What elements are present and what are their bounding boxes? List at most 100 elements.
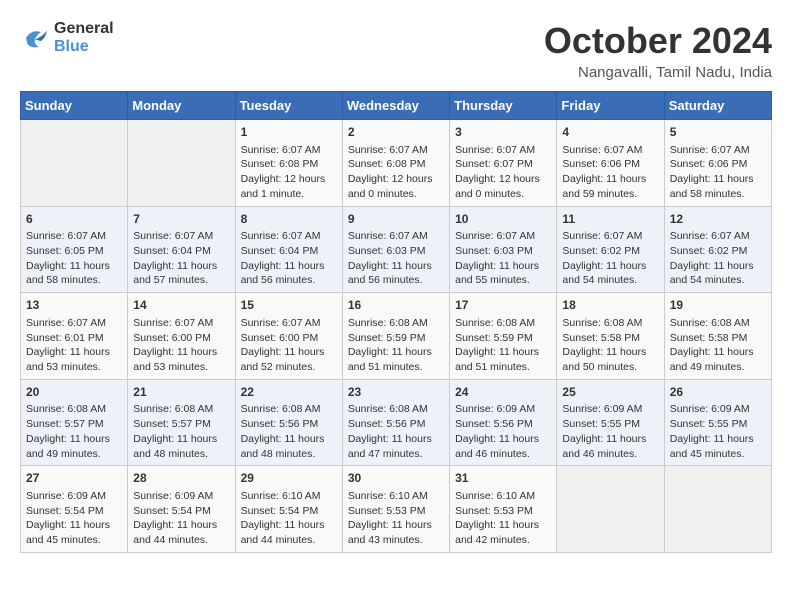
day-number: 4 xyxy=(562,124,658,141)
calendar-cell: 31 Sunrise: 6:10 AM Sunset: 5:53 PM Dayli… xyxy=(450,466,557,553)
calendar-cell: 12Sunrise: 6:07 AM Sunset: 6:02 PM Dayli… xyxy=(664,206,771,293)
calendar-cell: 8Sunrise: 6:07 AM Sunset: 6:04 PM Daylig… xyxy=(235,206,342,293)
cell-content: Sunrise: 6:08 AM Sunset: 5:56 PM Dayligh… xyxy=(241,402,337,461)
day-number: 13 xyxy=(26,297,122,314)
day-number: 9 xyxy=(348,211,444,228)
calendar-cell: 16 Sunrise: 6:08 AM Sunset: 5:59 PM Dayli… xyxy=(342,293,449,380)
calendar-cell: 15Sunrise: 6:07 AM Sunset: 6:00 PM Dayli… xyxy=(235,293,342,380)
calendar-cell: 22Sunrise: 6:08 AM Sunset: 5:56 PM Dayli… xyxy=(235,379,342,466)
cell-content: Sunrise: 6:07 AM Sunset: 6:04 PM Dayligh… xyxy=(133,229,229,288)
calendar-cell: 4 Sunrise: 6:07 AM Sunset: 6:06 PM Daylig… xyxy=(557,120,664,207)
cell-content: Sunrise: 6:09 AM Sunset: 5:55 PM Dayligh… xyxy=(562,402,658,461)
cell-content: Sunrise: 6:08 AM Sunset: 5:59 PM Dayligh… xyxy=(348,316,444,375)
calendar-cell: 2 Sunrise: 6:07 AM Sunset: 6:08 PM Daylig… xyxy=(342,120,449,207)
column-header-friday: Friday xyxy=(557,92,664,120)
calendar-week-row: 13 Sunrise: 6:07 AM Sunset: 6:01 PM Dayli… xyxy=(21,293,772,380)
calendar-header-row: SundayMondayTuesdayWednesdayThursdayFrid… xyxy=(21,92,772,120)
cell-content: Sunrise: 6:07 AM Sunset: 6:08 PM Dayligh… xyxy=(348,143,444,202)
calendar-cell: 5 Sunrise: 6:07 AM Sunset: 6:06 PM Daylig… xyxy=(664,120,771,207)
day-number: 26 xyxy=(670,384,766,401)
calendar-cell: 29 Sunrise: 6:10 AM Sunset: 5:54 PM Dayli… xyxy=(235,466,342,553)
calendar-cell: 11Sunrise: 6:07 AM Sunset: 6:02 PM Dayli… xyxy=(557,206,664,293)
day-number: 10 xyxy=(455,211,551,228)
logo-text: General Blue xyxy=(54,20,114,56)
day-number: 19 xyxy=(670,297,766,314)
logo: General Blue xyxy=(20,20,114,56)
cell-content: Sunrise: 6:07 AM Sunset: 6:07 PM Dayligh… xyxy=(455,143,551,202)
cell-content: Sunrise: 6:07 AM Sunset: 6:05 PM Dayligh… xyxy=(26,229,122,288)
calendar-week-row: 6Sunrise: 6:07 AM Sunset: 6:05 PM Daylig… xyxy=(21,206,772,293)
column-header-monday: Monday xyxy=(128,92,235,120)
column-header-wednesday: Wednesday xyxy=(342,92,449,120)
calendar-week-row: 27Sunrise: 6:09 AM Sunset: 5:54 PM Dayli… xyxy=(21,466,772,553)
cell-content: Sunrise: 6:10 AM Sunset: 5:54 PM Dayligh… xyxy=(241,489,337,548)
calendar-cell: 27Sunrise: 6:09 AM Sunset: 5:54 PM Dayli… xyxy=(21,466,128,553)
calendar-cell: 24Sunrise: 6:09 AM Sunset: 5:56 PM Dayli… xyxy=(450,379,557,466)
cell-content: Sunrise: 6:09 AM Sunset: 5:54 PM Dayligh… xyxy=(26,489,122,548)
cell-content: Sunrise: 6:08 AM Sunset: 5:57 PM Dayligh… xyxy=(133,402,229,461)
calendar-cell: 28Sunrise: 6:09 AM Sunset: 5:54 PM Dayli… xyxy=(128,466,235,553)
calendar-cell: 6Sunrise: 6:07 AM Sunset: 6:05 PM Daylig… xyxy=(21,206,128,293)
calendar-cell xyxy=(21,120,128,207)
day-number: 14 xyxy=(133,297,229,314)
day-number: 25 xyxy=(562,384,658,401)
cell-content: Sunrise: 6:07 AM Sunset: 6:02 PM Dayligh… xyxy=(562,229,658,288)
calendar-cell: 26Sunrise: 6:09 AM Sunset: 5:55 PM Dayli… xyxy=(664,379,771,466)
month-title: October 2024 xyxy=(544,20,772,62)
cell-content: Sunrise: 6:07 AM Sunset: 6:03 PM Dayligh… xyxy=(348,229,444,288)
column-header-sunday: Sunday xyxy=(21,92,128,120)
day-number: 17 xyxy=(455,297,551,314)
cell-content: Sunrise: 6:08 AM Sunset: 5:56 PM Dayligh… xyxy=(348,402,444,461)
column-header-saturday: Saturday xyxy=(664,92,771,120)
calendar-week-row: 20Sunrise: 6:08 AM Sunset: 5:57 PM Dayli… xyxy=(21,379,772,466)
calendar-week-row: 1Sunrise: 6:07 AM Sunset: 6:08 PM Daylig… xyxy=(21,120,772,207)
cell-content: Sunrise: 6:07 AM Sunset: 6:04 PM Dayligh… xyxy=(241,229,337,288)
calendar-cell: 23Sunrise: 6:08 AM Sunset: 5:56 PM Dayli… xyxy=(342,379,449,466)
day-number: 8 xyxy=(241,211,337,228)
logo-icon xyxy=(20,23,50,53)
calendar-cell: 13 Sunrise: 6:07 AM Sunset: 6:01 PM Dayli… xyxy=(21,293,128,380)
cell-content: Sunrise: 6:08 AM Sunset: 5:58 PM Dayligh… xyxy=(670,316,766,375)
day-number: 5 xyxy=(670,124,766,141)
day-number: 21 xyxy=(133,384,229,401)
cell-content: Sunrise: 6:08 AM Sunset: 5:57 PM Dayligh… xyxy=(26,402,122,461)
calendar-cell: 3Sunrise: 6:07 AM Sunset: 6:07 PM Daylig… xyxy=(450,120,557,207)
cell-content: Sunrise: 6:10 AM Sunset: 5:53 PM Dayligh… xyxy=(348,489,444,548)
column-header-tuesday: Tuesday xyxy=(235,92,342,120)
calendar-cell: 7Sunrise: 6:07 AM Sunset: 6:04 PM Daylig… xyxy=(128,206,235,293)
cell-content: Sunrise: 6:09 AM Sunset: 5:56 PM Dayligh… xyxy=(455,402,551,461)
calendar-cell: 1Sunrise: 6:07 AM Sunset: 6:08 PM Daylig… xyxy=(235,120,342,207)
day-number: 28 xyxy=(133,470,229,487)
calendar-cell: 17 Sunrise: 6:08 AM Sunset: 5:59 PM Dayli… xyxy=(450,293,557,380)
day-number: 12 xyxy=(670,211,766,228)
cell-content: Sunrise: 6:08 AM Sunset: 5:58 PM Dayligh… xyxy=(562,316,658,375)
cell-content: Sunrise: 6:08 AM Sunset: 5:59 PM Dayligh… xyxy=(455,316,551,375)
day-number: 30 xyxy=(348,470,444,487)
day-number: 18 xyxy=(562,297,658,314)
column-header-thursday: Thursday xyxy=(450,92,557,120)
day-number: 2 xyxy=(348,124,444,141)
cell-content: Sunrise: 6:07 AM Sunset: 6:06 PM Dayligh… xyxy=(670,143,766,202)
title-area: October 2024 Nangavalli, Tamil Nadu, Ind… xyxy=(544,20,772,81)
cell-content: Sunrise: 6:10 AM Sunset: 5:53 PM Dayligh… xyxy=(455,489,551,548)
cell-content: Sunrise: 6:07 AM Sunset: 6:01 PM Dayligh… xyxy=(26,316,122,375)
day-number: 20 xyxy=(26,384,122,401)
calendar-cell: 9Sunrise: 6:07 AM Sunset: 6:03 PM Daylig… xyxy=(342,206,449,293)
calendar-cell: 14Sunrise: 6:07 AM Sunset: 6:00 PM Dayli… xyxy=(128,293,235,380)
calendar-cell: 21Sunrise: 6:08 AM Sunset: 5:57 PM Dayli… xyxy=(128,379,235,466)
calendar-cell xyxy=(128,120,235,207)
calendar-cell: 18 Sunrise: 6:08 AM Sunset: 5:58 PM Dayli… xyxy=(557,293,664,380)
cell-content: Sunrise: 6:07 AM Sunset: 6:06 PM Dayligh… xyxy=(562,143,658,202)
day-number: 31 xyxy=(455,470,551,487)
calendar-cell: 20Sunrise: 6:08 AM Sunset: 5:57 PM Dayli… xyxy=(21,379,128,466)
cell-content: Sunrise: 6:07 AM Sunset: 6:08 PM Dayligh… xyxy=(241,143,337,202)
cell-content: Sunrise: 6:07 AM Sunset: 6:00 PM Dayligh… xyxy=(241,316,337,375)
day-number: 7 xyxy=(133,211,229,228)
cell-content: Sunrise: 6:09 AM Sunset: 5:55 PM Dayligh… xyxy=(670,402,766,461)
calendar-cell: 25Sunrise: 6:09 AM Sunset: 5:55 PM Dayli… xyxy=(557,379,664,466)
day-number: 29 xyxy=(241,470,337,487)
cell-content: Sunrise: 6:07 AM Sunset: 6:03 PM Dayligh… xyxy=(455,229,551,288)
day-number: 16 xyxy=(348,297,444,314)
calendar-cell: 10Sunrise: 6:07 AM Sunset: 6:03 PM Dayli… xyxy=(450,206,557,293)
calendar-cell: 19 Sunrise: 6:08 AM Sunset: 5:58 PM Dayli… xyxy=(664,293,771,380)
